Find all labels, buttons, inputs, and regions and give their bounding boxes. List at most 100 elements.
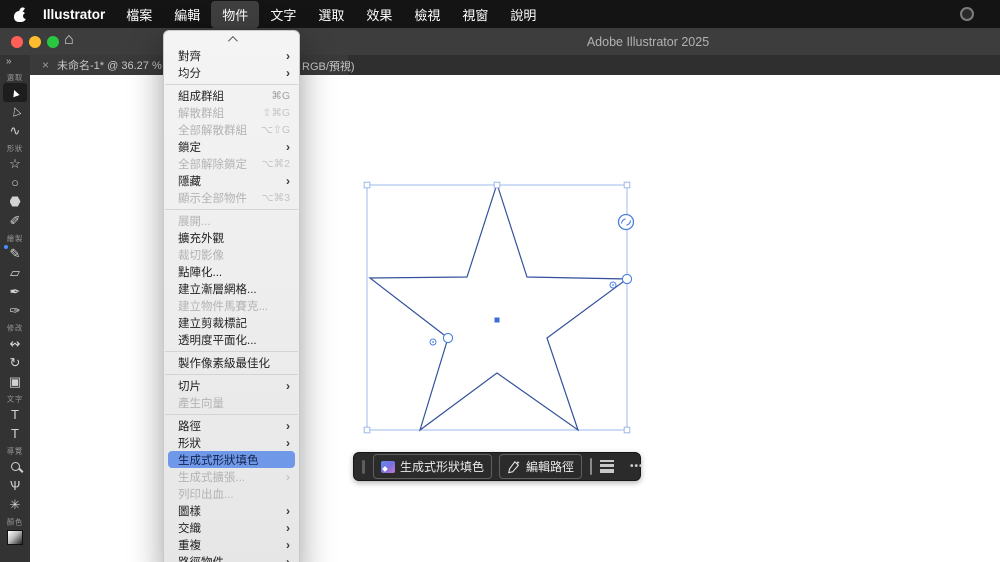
eraser-icon: ▱: [10, 264, 20, 280]
selection-handle-top-right[interactable]: [623, 181, 631, 189]
direct-selection-tool[interactable]: ▷: [3, 102, 27, 121]
menu-item-rasterize[interactable]: 點陣化...: [164, 263, 299, 280]
hand-tool[interactable]: Ѱ: [3, 476, 27, 495]
task-bar-drag-handle[interactable]: [362, 459, 365, 474]
menu-item-repeat[interactable]: 重複 ›: [164, 536, 299, 553]
fill-color-swatch[interactable]: [590, 458, 593, 475]
menu-item-group[interactable]: 組成群組 ⌘G: [164, 87, 299, 104]
toolbar-collapse-icon[interactable]: »: [6, 55, 12, 69]
zoom-tool[interactable]: [3, 457, 27, 476]
menu-item-distribute[interactable]: 均分 ›: [164, 64, 299, 81]
touch-type-icon: T: [11, 407, 19, 422]
edit-path-button[interactable]: 編輯路徑: [499, 454, 583, 479]
menu-item-path-objects[interactable]: 路徑物件 ›: [164, 553, 299, 562]
menu-item-shape[interactable]: 形狀 ›: [164, 434, 299, 451]
menu-item-align[interactable]: 對齊 ›: [164, 47, 299, 64]
pencil-tool[interactable]: ✎: [3, 244, 27, 263]
home-icon[interactable]: ⌂: [64, 31, 74, 49]
menubar-status-icon[interactable]: [960, 7, 974, 21]
menubar-item-type[interactable]: 文字: [259, 1, 307, 28]
menu-item-label: 解散群組: [178, 107, 224, 120]
menu-item-make-pixel-perfect[interactable]: 製作像素級最佳化: [164, 354, 299, 371]
toolbar-section-label: 修改: [6, 324, 24, 333]
app-menu-title[interactable]: Illustrator: [43, 7, 105, 22]
menu-item-create-trim-marks[interactable]: 建立剪裁標記: [164, 314, 299, 331]
menu-item-shortcut: ⇧⌘G: [262, 106, 290, 119]
selection-handle-top-left[interactable]: [363, 181, 371, 189]
menubar-item-effect[interactable]: 效果: [355, 1, 403, 28]
type-tool[interactable]: T: [3, 424, 27, 443]
width-tool[interactable]: ↭: [3, 334, 27, 353]
menu-item-create-gradient-mesh[interactable]: 建立漸層網格...: [164, 280, 299, 297]
close-window-button[interactable]: [11, 36, 23, 48]
touch-type-tool[interactable]: T: [3, 405, 27, 424]
menu-item-label: 路徑物件: [178, 554, 224, 562]
pen-tool[interactable]: ✒: [3, 282, 27, 301]
menu-item-show-all: 顯示全部物件 ⌥⌘3: [164, 189, 299, 206]
polygon-icon: [9, 196, 21, 207]
shape-builder-tool[interactable]: ▣: [3, 372, 27, 391]
minimize-window-button[interactable]: [29, 36, 41, 48]
eraser-tool[interactable]: ▱: [3, 263, 27, 282]
fill-color-swatch[interactable]: [3, 528, 27, 547]
polygon-tool[interactable]: [3, 192, 27, 211]
more-options-icon[interactable]: •••: [630, 461, 644, 472]
menubar-item-object[interactable]: 物件: [211, 0, 260, 28]
corner-radius-widget-dot: [612, 284, 614, 286]
submenu-chevron-icon: ›: [286, 173, 290, 188]
cursor-arrow-outline-icon: ▷: [8, 105, 23, 118]
menu-item-lock[interactable]: 鎖定 ›: [164, 138, 299, 155]
selection-handle-bottom-right[interactable]: [623, 426, 631, 434]
menu-item-flatten-transparency[interactable]: 透明度平面化...: [164, 331, 299, 348]
menu-item-label: 裁切影像: [178, 249, 224, 262]
menubar-item-select[interactable]: 選取: [307, 1, 355, 28]
star-shape[interactable]: [368, 182, 629, 432]
menu-item-label: 組成群組: [178, 90, 224, 103]
width-icon: ↭: [9, 335, 21, 351]
menubar-menus: 檔案 編輯 物件 文字 選取 效果 檢視 視窗 說明: [115, 0, 547, 28]
menu-item-slice[interactable]: 切片 ›: [164, 377, 299, 394]
menu-item-expand-appearance[interactable]: 擴充外觀: [164, 229, 299, 246]
task-bar-buttons: 生成式形狀填色 編輯路徑: [373, 454, 583, 479]
menu-scroll-up[interactable]: [164, 31, 299, 47]
tab-close-icon[interactable]: ×: [42, 58, 49, 72]
menu-item-crop-image: 裁切影像: [164, 246, 299, 263]
menu-item-pattern[interactable]: 圖樣 ›: [164, 502, 299, 519]
shaper-tool[interactable]: ✐: [3, 211, 27, 230]
submenu-chevron-icon: ›: [286, 503, 290, 518]
star-tool[interactable]: ☆: [3, 154, 27, 173]
menubar: Illustrator 檔案 編輯 物件 文字 選取 效果 檢視 視窗 說明: [0, 0, 1000, 28]
generative-shape-fill-button[interactable]: 生成式形狀填色: [373, 454, 493, 479]
star-point-handle-left[interactable]: [442, 332, 454, 344]
titlebar: ⌂ Adobe Illustrator 2025: [0, 28, 1000, 55]
menu-item-shortcut: ⌥⌘2: [261, 157, 290, 170]
ellipse-tool[interactable]: ○: [3, 173, 27, 192]
menubar-item-window[interactable]: 視窗: [451, 1, 499, 28]
toolbar-section-label: 選取: [6, 73, 24, 82]
zoom-window-button[interactable]: [47, 36, 59, 48]
toolbar: » 選取 ► ▷ ∿ 形狀 ☆ ○ ✐ 繪製 ✎ ▱ ✒ ✑ 修改 ↭ ↻ ▣ 文字 T T 導覽 Ѱ ✳ 顏色: [0, 55, 30, 562]
star-point-handle-right[interactable]: [621, 273, 633, 285]
apple-logo-icon[interactable]: [14, 5, 29, 22]
menubar-item-help[interactable]: 說明: [499, 1, 547, 28]
curvature-tool[interactable]: ✑: [3, 301, 27, 320]
selection-handle-top-center[interactable]: [493, 181, 501, 189]
selection-tool[interactable]: ►: [3, 83, 27, 102]
menu-item-hide[interactable]: 隱藏 ›: [164, 172, 299, 189]
rotate-widget[interactable]: [617, 213, 635, 231]
menu-item-label: 展開...: [178, 215, 211, 228]
menu-item-label: 列印出血...: [178, 488, 234, 501]
toolbar-section-label: 形狀: [6, 144, 24, 153]
menubar-item-file[interactable]: 檔案: [115, 1, 163, 28]
menu-item-path[interactable]: 路徑 ›: [164, 417, 299, 434]
center-point-handle[interactable]: [494, 317, 500, 323]
menu-item-intertwine[interactable]: 交織 ›: [164, 519, 299, 536]
selection-handle-bottom-left[interactable]: [363, 426, 371, 434]
rotate-tool[interactable]: ↻: [3, 353, 27, 372]
lasso-tool[interactable]: ∿: [3, 121, 27, 140]
stroke-weight-icon[interactable]: [600, 460, 615, 473]
menubar-item-view[interactable]: 檢視: [403, 1, 451, 28]
menubar-item-edit[interactable]: 編輯: [163, 1, 211, 28]
menu-item-generative-shape-fill[interactable]: 生成式形狀填色: [168, 451, 295, 468]
rotate-view-tool[interactable]: ✳: [3, 495, 27, 514]
